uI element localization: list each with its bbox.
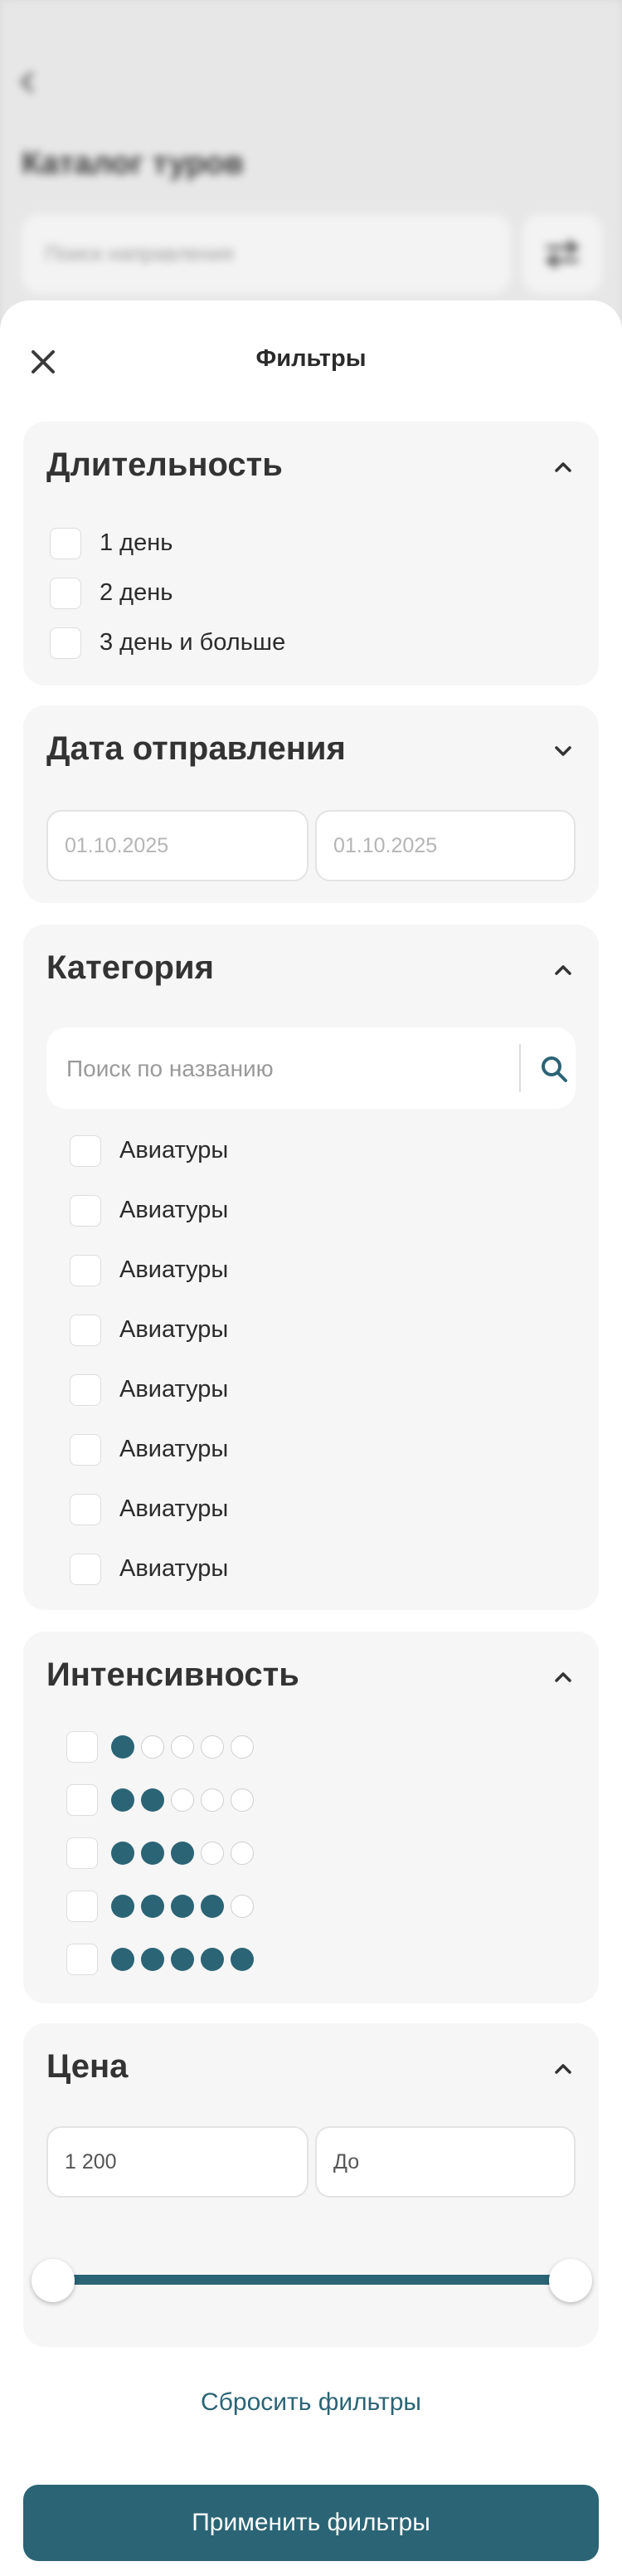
- intensity-checkbox[interactable]: [66, 1731, 98, 1763]
- intensity-dot-filled: [141, 1895, 164, 1918]
- catalog-filter-button: [522, 214, 602, 294]
- category-checkbox[interactable]: [70, 1255, 101, 1286]
- intensity-dot-filled: [171, 1895, 194, 1918]
- category-item-label: Авиатуры: [119, 1197, 229, 1223]
- departure-section: Дата отправления 01.10.2025 01.10.2025: [23, 705, 599, 903]
- chevron-up-icon[interactable]: [551, 455, 576, 480]
- category-checkbox[interactable]: [70, 1135, 101, 1167]
- intensity-dot-empty: [231, 1735, 254, 1759]
- filters-sheet: Фильтры Длительность 1 день 2 день 3 ден…: [0, 300, 622, 2576]
- intensity-checkbox[interactable]: [66, 1944, 98, 1975]
- intensity-dot-filled: [111, 1788, 134, 1812]
- intensity-checkbox[interactable]: [66, 1837, 98, 1869]
- price-title: Цена: [46, 2048, 129, 2085]
- apply-filters-button[interactable]: Применить фильтры: [23, 2485, 599, 2561]
- departure-title: Дата отправления: [46, 730, 346, 767]
- category-checkbox[interactable]: [70, 1315, 101, 1346]
- price-to-field[interactable]: До: [315, 2126, 576, 2198]
- intensity-checkbox[interactable]: [66, 1784, 98, 1816]
- intensity-checkbox[interactable]: [66, 1891, 98, 1922]
- price-slider-min-handle[interactable]: [32, 2259, 75, 2302]
- intensity-dot-empty: [201, 1788, 224, 1812]
- category-checkbox[interactable]: [70, 1195, 101, 1227]
- duration-option-label: 3 день и больше: [100, 629, 286, 656]
- catalog-search-input: Поиск направления: [22, 214, 511, 294]
- date-to-field[interactable]: 01.10.2025: [315, 810, 576, 881]
- price-slider-range: [46, 2275, 577, 2285]
- reset-filters-button[interactable]: Сбросить фильтры: [0, 2388, 622, 2417]
- category-checkbox[interactable]: [70, 1374, 101, 1406]
- intensity-dot-filled: [141, 1788, 164, 1812]
- sheet-title: Фильтры: [255, 345, 367, 372]
- chevron-down-icon[interactable]: [551, 739, 576, 764]
- category-search-input[interactable]: Поиск по названию: [46, 1027, 576, 1109]
- intensity-dot-filled: [111, 1735, 134, 1759]
- price-section: Цена 1 200 До: [23, 2023, 599, 2347]
- category-checkbox[interactable]: [70, 1434, 101, 1466]
- search-icon[interactable]: [537, 1052, 571, 1086]
- catalog-search-placeholder: Поиск направления: [45, 242, 234, 266]
- category-search-placeholder: Поиск по названию: [66, 1056, 274, 1081]
- catalog-title: Каталог туров: [22, 146, 244, 181]
- intensity-dot-empty: [171, 1788, 194, 1812]
- price-from-field[interactable]: 1 200: [46, 2126, 309, 2198]
- duration-checkbox[interactable]: [50, 528, 81, 559]
- intensity-dot-filled: [111, 1948, 134, 1971]
- chevron-up-icon[interactable]: [551, 2056, 576, 2081]
- intensity-dot-filled: [111, 1895, 134, 1918]
- duration-section: Длительность 1 день 2 день 3 день и боль…: [23, 422, 599, 685]
- intensity-dot-empty: [141, 1735, 164, 1759]
- category-checkbox[interactable]: [70, 1494, 101, 1525]
- background-page: Каталог туров Поиск направления: [0, 0, 622, 349]
- search-divider: [519, 1044, 521, 1092]
- chevron-up-icon[interactable]: [551, 958, 576, 983]
- duration-checkbox[interactable]: [50, 578, 81, 609]
- filter-icon: [546, 240, 579, 268]
- category-item-label: Авиатуры: [119, 1376, 229, 1403]
- duration-checkbox[interactable]: [50, 627, 81, 659]
- category-item-label: Авиатуры: [119, 1256, 229, 1283]
- duration-option-label: 2 день: [100, 579, 173, 606]
- chevron-up-icon[interactable]: [551, 1665, 576, 1690]
- category-item-label: Авиатуры: [119, 1316, 229, 1343]
- category-item-label: Авиатуры: [119, 1137, 229, 1164]
- back-arrow-icon: [21, 72, 33, 92]
- intensity-dot-filled: [141, 1948, 164, 1971]
- date-from-placeholder: 01.10.2025: [65, 834, 169, 857]
- intensity-dot-empty: [231, 1788, 254, 1812]
- price-to-placeholder: До: [333, 2150, 360, 2174]
- intensity-dot-empty: [201, 1842, 224, 1865]
- duration-option-label: 1 день: [100, 529, 173, 556]
- intensity-dot-empty: [201, 1735, 224, 1759]
- price-from-value: 1 200: [65, 2150, 117, 2174]
- date-to-placeholder: 01.10.2025: [333, 834, 438, 857]
- category-checkbox[interactable]: [70, 1554, 101, 1585]
- intensity-dot-filled: [201, 1895, 224, 1918]
- category-section: Категория Поиск по названию Авиатуры Ави…: [23, 925, 599, 1610]
- intensity-dot-filled: [231, 1948, 254, 1971]
- intensity-title: Интенсивность: [46, 1656, 299, 1693]
- category-title: Категория: [46, 949, 214, 986]
- intensity-dot-filled: [111, 1842, 134, 1865]
- intensity-dot-filled: [141, 1842, 164, 1865]
- category-item-label: Авиатуры: [119, 1495, 229, 1522]
- intensity-dot-filled: [201, 1948, 224, 1971]
- intensity-dot-empty: [231, 1842, 254, 1865]
- date-from-field[interactable]: 01.10.2025: [46, 810, 309, 881]
- price-slider-max-handle[interactable]: [549, 2259, 592, 2302]
- category-item-label: Авиатуры: [119, 1555, 229, 1582]
- intensity-section: Интенсивность: [23, 1632, 599, 2003]
- intensity-dot-filled: [171, 1948, 194, 1971]
- category-item-label: Авиатуры: [119, 1436, 229, 1462]
- duration-title: Длительность: [46, 446, 283, 483]
- intensity-dot-empty: [171, 1735, 194, 1759]
- intensity-dot-filled: [171, 1842, 194, 1865]
- intensity-dot-empty: [231, 1895, 254, 1918]
